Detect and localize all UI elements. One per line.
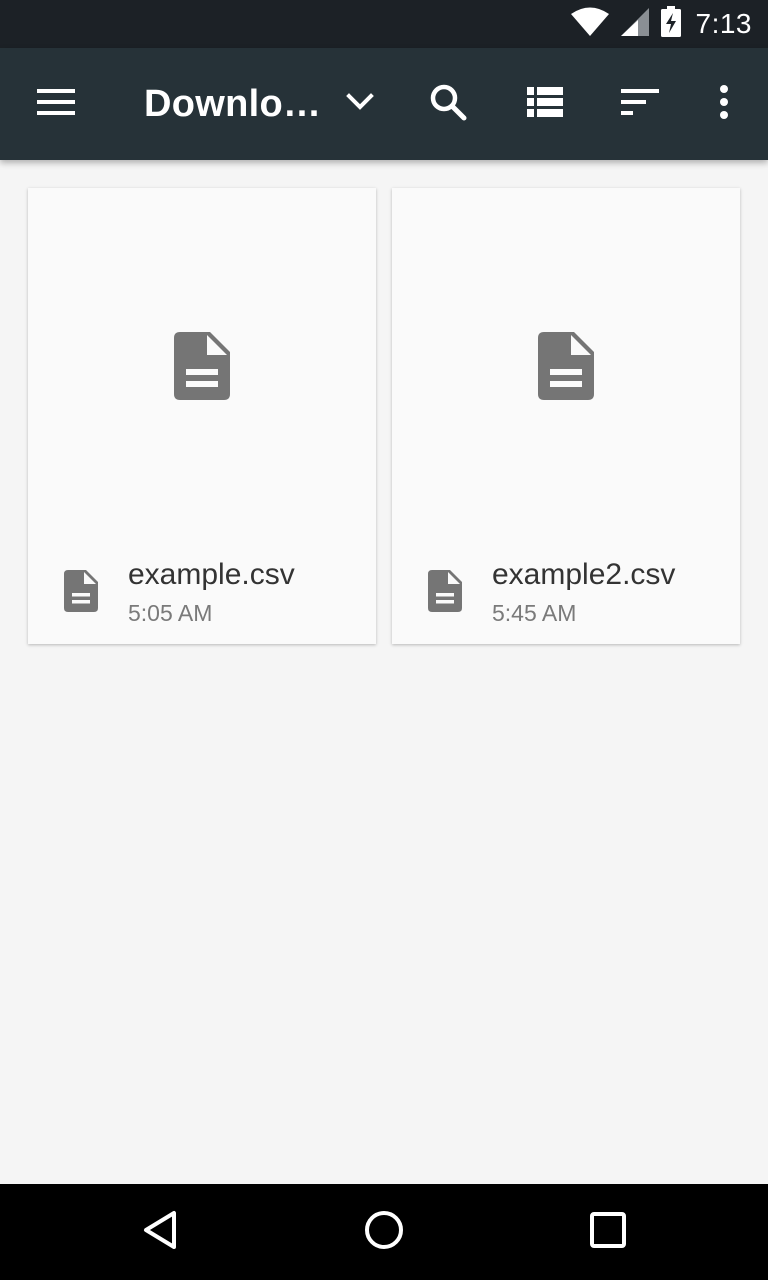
file-time: 5:05 AM [128,600,213,626]
status-icons: 7:13 [570,0,753,48]
battery-charging-icon [660,5,682,43]
recents-button[interactable] [576,1200,640,1264]
sort-icon [621,88,659,120]
home-button[interactable] [352,1200,416,1264]
chevron-down-icon [346,92,374,116]
file-name: example.csv [128,558,295,591]
list-view-icon [527,86,563,122]
file-grid: example.csv 5:05 AM example2.csv 5:45 AM [0,160,768,1184]
file-card[interactable]: example2.csv 5:45 AM [392,188,740,644]
recents-icon [590,1211,626,1253]
back-icon [142,1210,178,1255]
file-card[interactable]: example.csv 5:05 AM [28,188,376,644]
home-icon [364,1210,404,1255]
navigation-bar [0,1184,768,1280]
file-name: example2.csv [492,558,676,591]
back-button[interactable] [128,1200,192,1264]
signal-icon [620,7,650,42]
document-icon [64,570,100,614]
list-view-button[interactable] [513,72,577,136]
sort-button[interactable] [608,72,672,136]
wifi-icon [570,7,610,42]
search-icon [429,83,467,126]
more-options-button[interactable] [692,72,756,136]
search-button[interactable] [416,72,480,136]
more-vert-icon [719,84,729,125]
file-thumbnail [28,188,376,548]
status-time: 7:13 [695,8,752,39]
file-thumbnail [392,188,740,548]
file-meta: example2.csv 5:45 AM [392,548,740,644]
menu-button[interactable] [24,72,88,136]
document-icon [538,331,594,405]
document-icon [428,570,464,614]
file-time: 5:45 AM [492,600,577,626]
toolbar-title[interactable]: Downlo… [144,48,321,160]
root-dropdown-button[interactable] [328,72,392,136]
document-icon [174,331,230,405]
toolbar: Downlo… [0,48,768,160]
file-meta: example.csv 5:05 AM [28,548,376,644]
menu-icon [37,88,75,121]
status-bar: 7:13 [0,0,768,48]
